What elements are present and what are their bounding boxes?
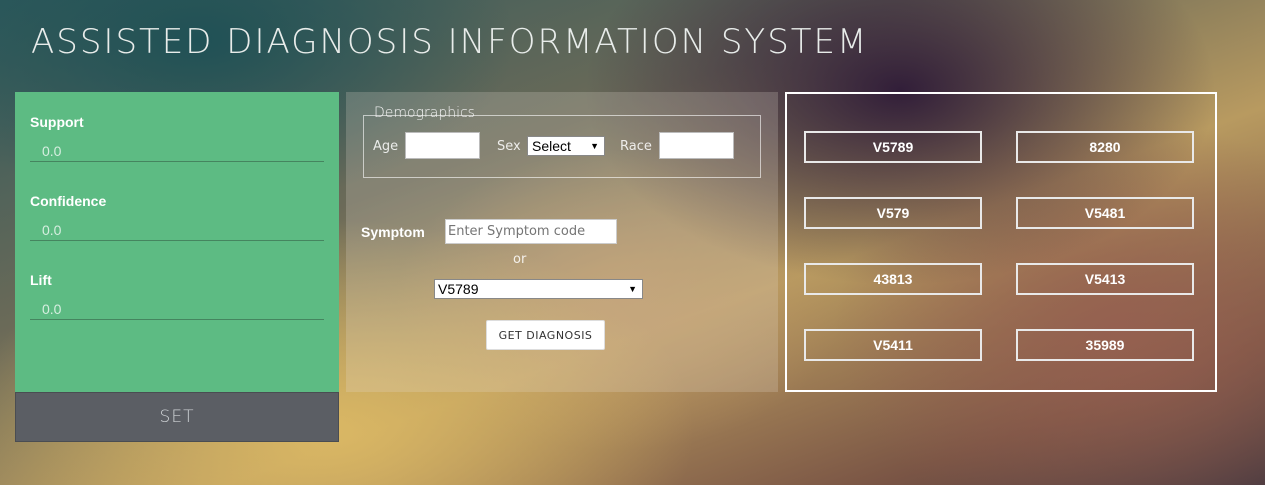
confidence-input[interactable] <box>30 219 324 241</box>
dropdown-arrow-icon: ▼ <box>628 284 637 294</box>
parameters-panel: Support Confidence Lift <box>15 92 339 392</box>
set-button[interactable]: SET <box>15 392 339 442</box>
get-diagnosis-button[interactable]: GET DIAGNOSIS <box>486 320 605 350</box>
symptom-select-value: V5789 <box>438 281 479 297</box>
support-label: Support <box>30 114 84 130</box>
race-input[interactable] <box>659 132 734 159</box>
diagnosis-code-button[interactable]: V5789 <box>804 131 982 163</box>
query-panel: Demographics Age Sex Select ▼ Race Sympt… <box>346 92 778 392</box>
age-label: Age <box>373 139 399 154</box>
lift-input[interactable] <box>30 298 324 320</box>
support-input[interactable] <box>30 140 324 162</box>
symptom-code-input[interactable] <box>445 219 617 244</box>
confidence-label: Confidence <box>30 193 107 209</box>
diagnosis-code-button[interactable]: 35989 <box>1016 329 1194 361</box>
page-title: ASSISTED DIAGNOSIS INFORMATION SYSTEM <box>31 22 869 62</box>
sex-label: Sex <box>497 139 521 154</box>
symptom-select[interactable]: V5789 ▼ <box>434 279 643 299</box>
support-field-group: Support <box>30 114 324 162</box>
demographics-legend: Demographics <box>374 105 475 121</box>
diagnosis-code-button[interactable]: V5481 <box>1016 197 1194 229</box>
sex-select[interactable]: Select ▼ <box>527 136 605 156</box>
diagnosis-code-button[interactable]: 43813 <box>804 263 982 295</box>
diagnosis-code-button[interactable]: V5411 <box>804 329 982 361</box>
lift-label: Lift <box>30 272 52 288</box>
symptom-label: Symptom <box>361 224 425 240</box>
dropdown-arrow-icon: ▼ <box>590 141 599 151</box>
or-separator: or <box>513 252 527 267</box>
diagnosis-results-panel: V5789 8280 V579 V5481 43813 V5413 V5411 … <box>785 92 1217 392</box>
demographics-fieldset: Demographics Age Sex Select ▼ Race <box>363 105 761 178</box>
diagnosis-code-button[interactable]: V579 <box>804 197 982 229</box>
confidence-field-group: Confidence <box>30 193 324 241</box>
lift-field-group: Lift <box>30 272 324 320</box>
sex-select-value: Select <box>532 138 571 154</box>
race-label: Race <box>620 139 652 154</box>
age-input[interactable] <box>405 132 480 159</box>
diagnosis-code-button[interactable]: 8280 <box>1016 131 1194 163</box>
diagnosis-code-button[interactable]: V5413 <box>1016 263 1194 295</box>
